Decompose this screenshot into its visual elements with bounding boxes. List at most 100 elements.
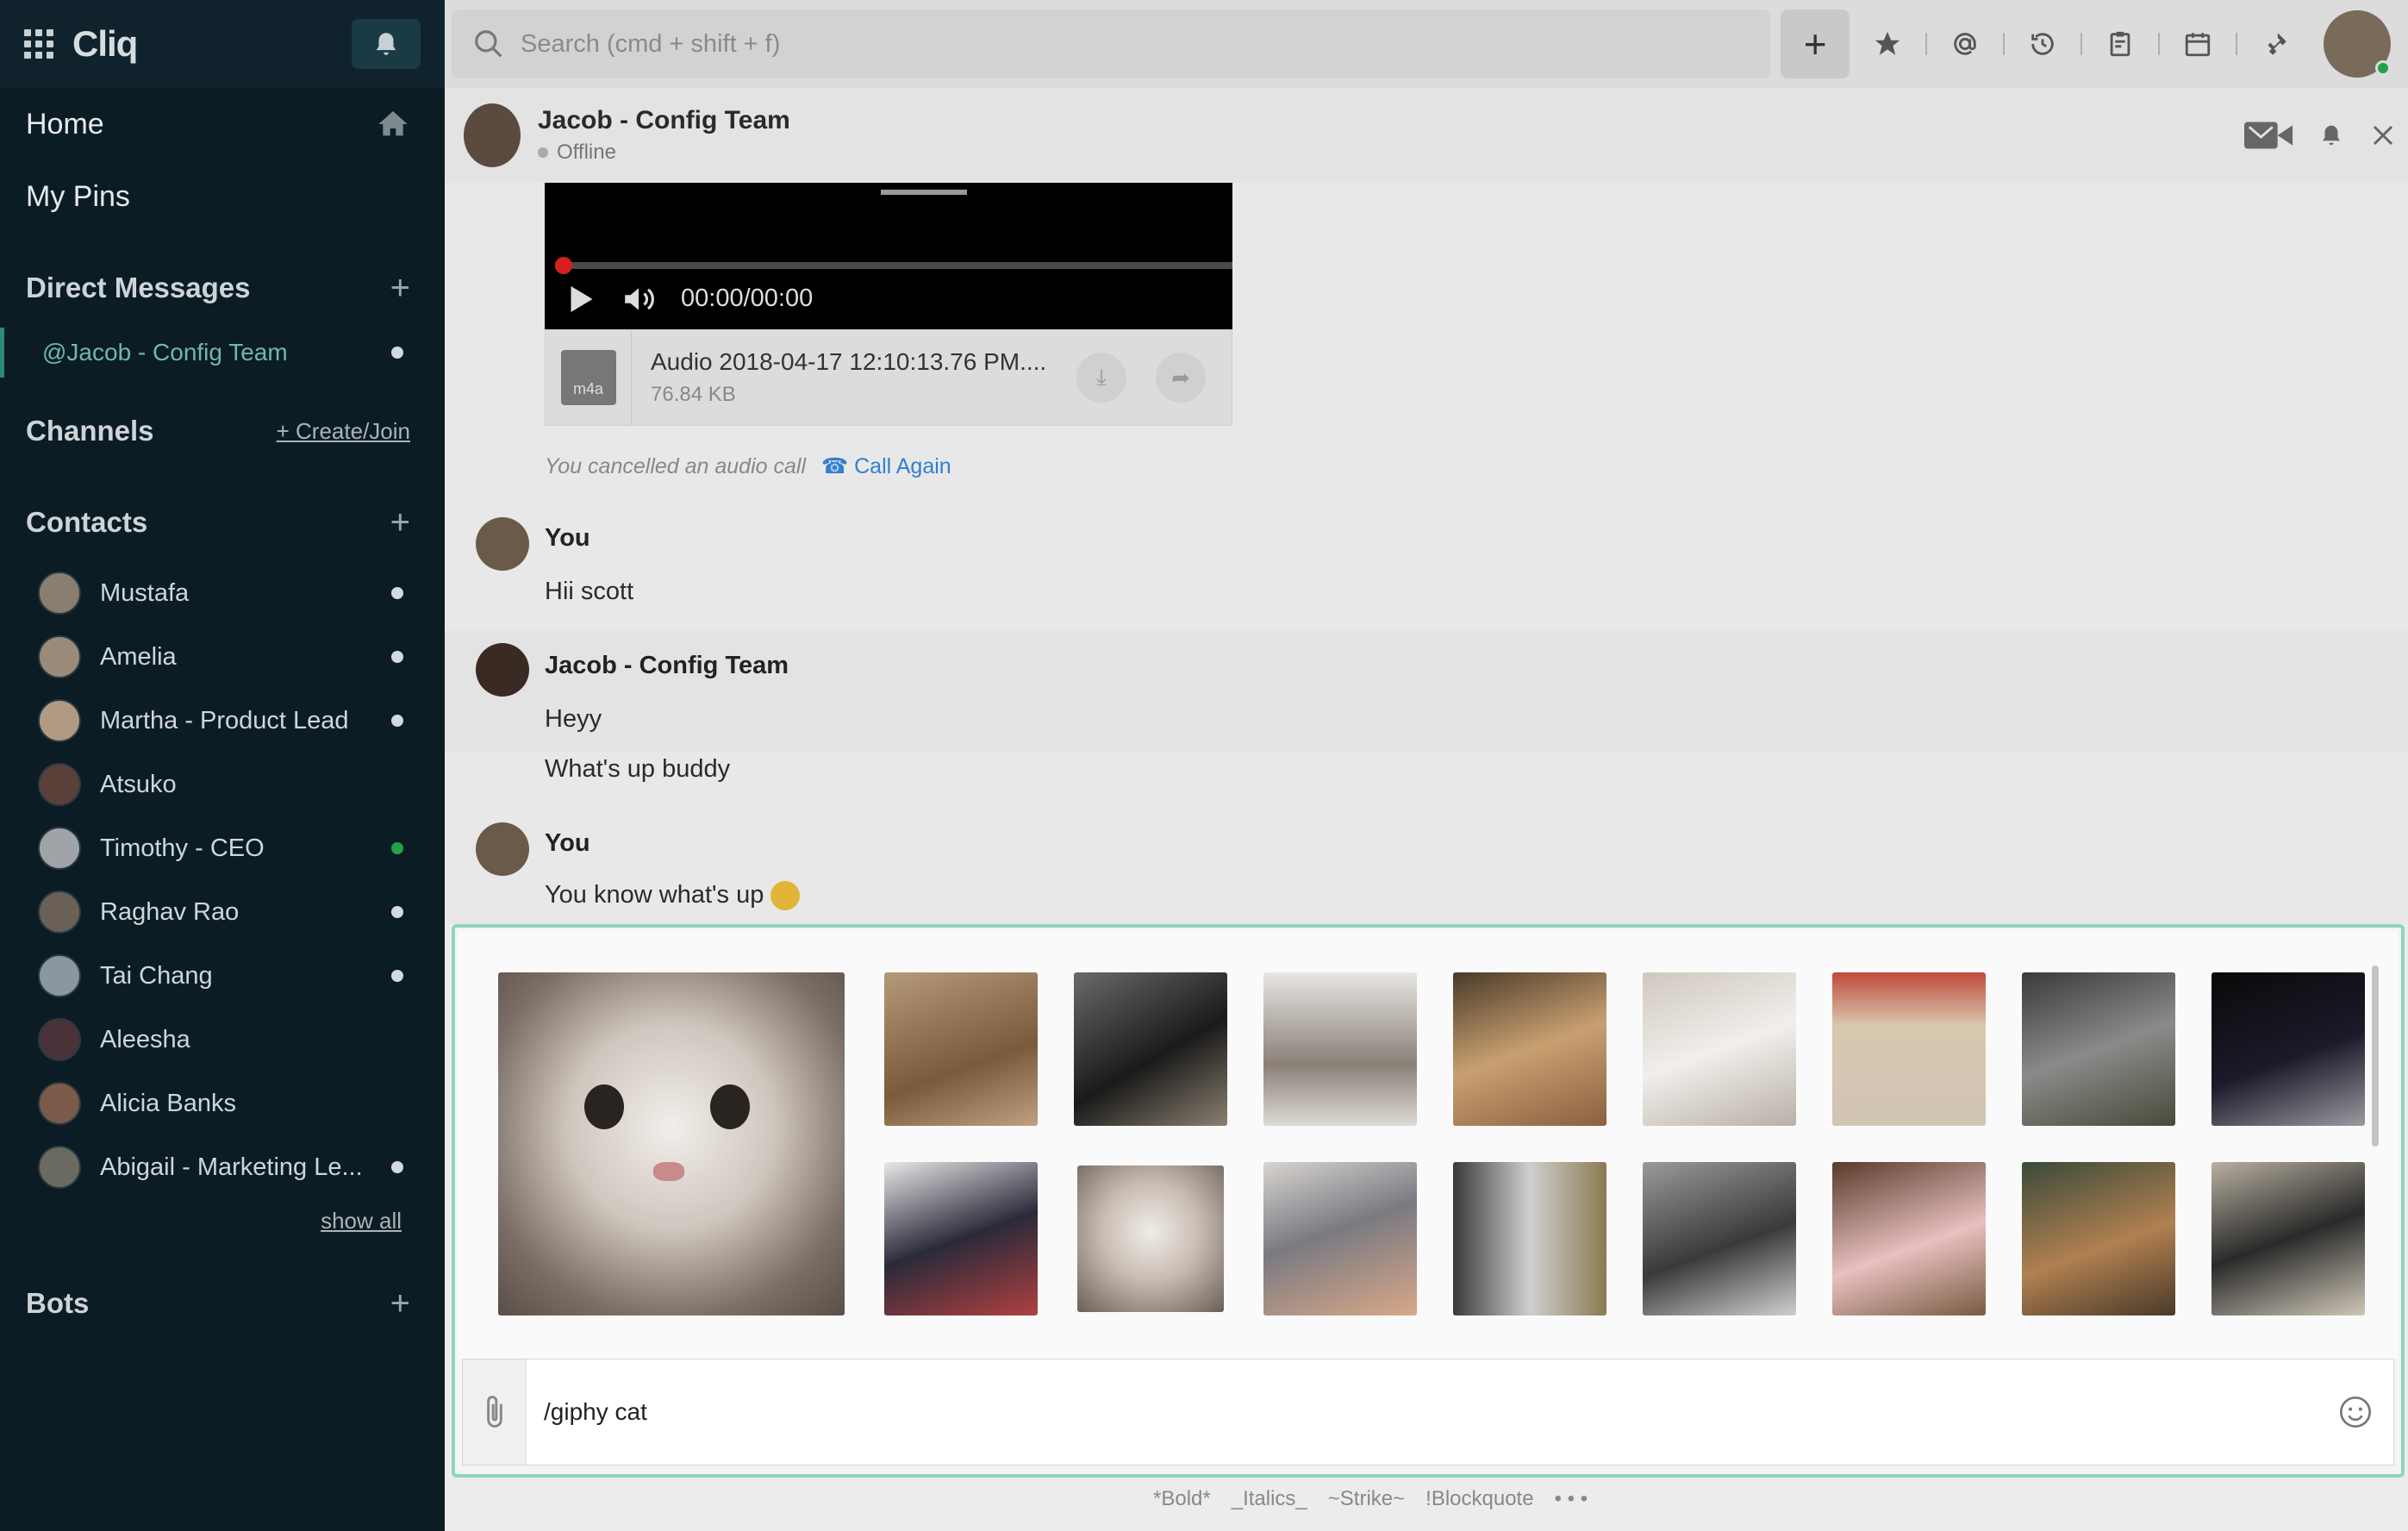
gif-thumbnail[interactable] (1643, 972, 1796, 1126)
avatar[interactable] (476, 822, 529, 876)
gif-thumbnail[interactable] (2022, 1162, 2175, 1315)
avatar (38, 954, 81, 997)
create-join-link[interactable]: + Create/Join (277, 418, 410, 445)
avatar[interactable] (476, 517, 529, 571)
status-dot (391, 970, 403, 982)
calendar-icon[interactable] (2174, 20, 2222, 68)
close-icon[interactable] (2370, 122, 2396, 148)
status-dot (391, 1161, 403, 1173)
gif-thumbnail[interactable] (1074, 972, 1227, 1126)
mention-icon[interactable] (1941, 20, 1989, 68)
sidebar-item-pins[interactable]: My Pins (26, 172, 410, 221)
message-author[interactable]: Jacob - Config Team (545, 652, 789, 680)
message-text-content: You know what's up (545, 881, 764, 909)
contact-item[interactable]: Tai Chang (38, 951, 403, 1001)
avatar (38, 890, 81, 934)
gif-thumbnail[interactable] (1832, 1162, 1986, 1315)
volume-icon[interactable] (622, 285, 655, 313)
divider (2158, 33, 2160, 55)
giphy-scrollbar[interactable] (2372, 965, 2379, 1147)
more-hints-button[interactable]: • • • (1555, 1487, 1588, 1511)
audio-player[interactable]: 00:00/00:00 (545, 183, 1232, 329)
contact-item[interactable]: Raghav Rao (38, 887, 403, 937)
file-attachment[interactable]: m4a Audio 2018-04-17 12:10:13.76 PM.... … (545, 329, 1232, 426)
contact-name: Abigail - Marketing Le... (100, 1153, 363, 1181)
emoji-picker-icon[interactable] (2330, 1395, 2381, 1429)
hint-italics: _Italics_ (1231, 1487, 1307, 1510)
video-call-icon[interactable] (2244, 120, 2294, 151)
divider (1925, 33, 1927, 55)
gif-thumbnail[interactable] (1453, 1162, 1606, 1315)
avatar (38, 763, 81, 806)
add-direct-message-button[interactable]: + (390, 269, 410, 308)
gif-thumbnail[interactable] (1643, 1162, 1796, 1315)
contact-item[interactable]: Abigail - Marketing Le... (38, 1142, 403, 1192)
file-info: Audio 2018-04-17 12:10:13.76 PM.... 76.8… (651, 348, 1046, 407)
avatar[interactable] (464, 103, 521, 167)
search-input[interactable] (521, 29, 1727, 59)
download-icon[interactable]: ⤓ (1076, 353, 1126, 403)
progress-bar[interactable] (555, 257, 1232, 274)
contact-name: Mustafa (100, 578, 190, 607)
contact-name: Raghav Rao (100, 897, 240, 926)
search-box[interactable] (452, 9, 1771, 78)
clipboard-icon[interactable] (2096, 20, 2144, 68)
contact-item[interactable]: Alicia Banks (38, 1078, 403, 1128)
my-pins-label: My Pins (26, 179, 130, 213)
gif-thumbnail[interactable] (1077, 1165, 1224, 1312)
gif-thumbnail[interactable] (1263, 1162, 1417, 1315)
system-text: You cancelled an audio call (545, 453, 807, 478)
contact-item[interactable]: Martha - Product Lead (38, 696, 403, 746)
gif-thumbnail[interactable] (1263, 972, 1417, 1126)
app-grid-icon[interactable] (24, 29, 53, 59)
integration-icon[interactable] (2251, 20, 2299, 68)
gif-thumbnail[interactable] (2211, 1162, 2365, 1315)
new-item-button[interactable]: + (1781, 9, 1850, 78)
gif-thumbnail[interactable] (2022, 972, 2175, 1126)
chat-header: Jacob - Config Team Offline (445, 88, 2408, 183)
file-size: 76.84 KB (651, 383, 736, 406)
home-icon (378, 111, 408, 136)
notifications-button[interactable] (352, 19, 421, 69)
gif-thumbnail[interactable] (1453, 972, 1606, 1126)
chat-title[interactable]: Jacob - Config Team (538, 106, 790, 135)
user-avatar[interactable] (2324, 10, 2391, 78)
message-author[interactable]: You (545, 524, 590, 553)
add-bot-button[interactable]: + (390, 1284, 410, 1323)
contact-item[interactable]: Aleesha (38, 1015, 403, 1065)
contact-name: Martha - Product Lead (100, 706, 349, 734)
avatar (38, 827, 81, 870)
gif-thumbnail[interactable] (498, 972, 845, 1315)
star-icon[interactable] (1863, 20, 1912, 68)
status-dot (391, 842, 403, 854)
gif-thumbnail[interactable] (884, 1162, 1038, 1315)
show-all-link[interactable]: show all (321, 1208, 402, 1234)
avatar[interactable] (476, 643, 529, 697)
contact-item[interactable]: Timothy - CEO (38, 823, 403, 873)
message-author[interactable]: You (545, 829, 590, 858)
progress-handle[interactable] (555, 257, 572, 274)
contact-item[interactable]: Mustafa (38, 568, 403, 618)
contact-item[interactable]: Amelia (38, 632, 403, 682)
sidebar-item-home[interactable]: Home (26, 100, 410, 148)
gif-detail (653, 1162, 684, 1181)
call-again-link[interactable]: ☎ Call Again (821, 453, 951, 479)
bell-icon[interactable] (2318, 121, 2344, 150)
avatar (38, 1146, 81, 1189)
contact-item[interactable]: Atsuko (38, 759, 403, 809)
avatar (38, 1082, 81, 1125)
add-contact-button[interactable]: + (390, 503, 410, 542)
contact-name: Alicia Banks (100, 1089, 236, 1117)
share-icon[interactable]: ➦ (1156, 353, 1206, 403)
hint-blockquote: !Blockquote (1425, 1487, 1534, 1510)
history-icon[interactable] (2018, 20, 2067, 68)
dm-label: @Jacob - Config Team (42, 339, 288, 366)
gif-thumbnail[interactable] (1832, 972, 1986, 1126)
play-icon[interactable] (571, 285, 593, 312)
sidebar-item-dm-jacob[interactable]: @Jacob - Config Team (0, 328, 445, 378)
divider (2003, 33, 2005, 55)
gif-thumbnail[interactable] (884, 972, 1038, 1126)
attach-icon[interactable] (463, 1359, 527, 1465)
message-input[interactable] (527, 1398, 2330, 1426)
gif-thumbnail[interactable] (2211, 972, 2365, 1126)
